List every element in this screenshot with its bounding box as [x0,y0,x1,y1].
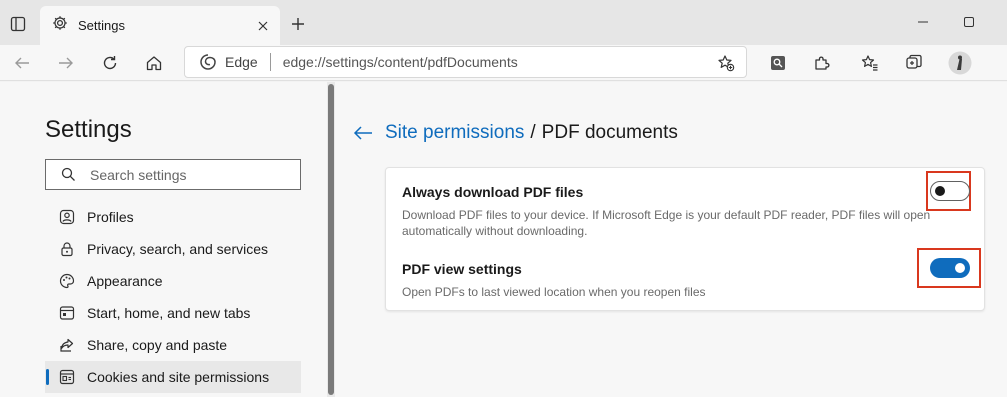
maximize-icon [964,17,974,27]
collections-button[interactable] [898,47,930,79]
tab-title: Settings [78,18,125,33]
back-button[interactable] [6,47,38,79]
arrow-left-icon [353,126,372,140]
settings-sidebar: Settings Profiles Privacy, search, and s… [0,82,327,397]
pdf-settings-card: Always download PDF files Download PDF f… [385,167,985,311]
arrow-left-icon [15,57,29,69]
favorites-button[interactable] [854,47,886,79]
always-download-toggle[interactable] [930,181,970,201]
content-area: Settings Profiles Privacy, search, and s… [0,82,1007,397]
sidebar-item-profiles[interactable]: Profiles [45,201,301,233]
home-icon [146,56,162,71]
toolbar: Edge edge://settings/content/pdfDocument… [0,45,1007,81]
palette-icon [59,273,75,289]
search-input[interactable] [90,166,290,183]
sidebar-item-cookies-site-permissions[interactable]: Cookies and site permissions [45,361,301,393]
plus-icon [292,18,304,30]
gear-icon [52,15,68,36]
always-download-description-line1: Download PDF files to your device. If Mi… [402,208,931,222]
always-download-description-line2: automatically without downloading. [402,224,588,238]
site-identity[interactable]: Edge [199,53,258,71]
close-tab-button[interactable] [254,17,272,35]
home-tabs-icon [59,305,75,321]
reading-view-button[interactable] [762,47,794,79]
search-icon [60,167,76,183]
add-favorite-button[interactable] [716,53,736,73]
sidebar-item-label: Profiles [87,209,134,225]
lock-icon [59,241,75,257]
sidebar-item-label: Privacy, search, and services [87,241,269,257]
profile-button[interactable] [944,47,976,79]
toggle-knob [935,186,945,196]
breadcrumb-separator: / [530,122,536,143]
address-bar[interactable]: Edge edge://settings/content/pdfDocument… [184,46,747,78]
favorites-icon [861,55,878,71]
search-settings-field[interactable] [45,159,301,190]
settings-nav: Profiles Privacy, search, and services A… [45,201,301,393]
cookie-icon [59,369,75,385]
sidebar-item-label: Cookies and site permissions [87,369,270,385]
puzzle-icon [815,56,830,70]
sidebar-item-appearance[interactable]: Appearance [45,265,301,297]
settings-title: Settings [45,116,132,143]
sidebar-item-start-home-tabs[interactable]: Start, home, and new tabs [45,297,301,329]
star-add-icon [718,55,735,72]
scrollbar-thumb[interactable] [328,84,334,395]
close-icon [258,21,268,31]
tab-actions-icon [10,16,26,32]
tab-actions-button[interactable] [4,10,32,38]
sidebar-item-label: Appearance [87,273,163,289]
sidebar-item-share-copy-paste[interactable]: Share, copy and paste [45,329,301,361]
address-divider [269,53,271,71]
reading-icon [771,56,785,70]
page-title: PDF documents [541,122,678,143]
minimize-button[interactable] [900,8,946,36]
collections-icon [906,54,922,69]
site-label: Edge [225,54,258,70]
toggle-knob [955,263,965,273]
breadcrumb: Site permissions / PDF documents [353,122,678,144]
maximize-button[interactable] [946,8,992,36]
refresh-button[interactable] [94,47,126,79]
breadcrumb-parent-link[interactable]: Site permissions [385,122,524,144]
sidebar-item-label: Share, copy and paste [87,337,228,353]
sidebar-item-privacy[interactable]: Privacy, search, and services [45,233,301,265]
avatar [948,51,972,75]
minimize-icon [918,21,928,23]
always-download-title: Always download PDF files [402,184,584,200]
pdf-view-settings-toggle[interactable] [930,258,970,278]
sidebar-item-label: Start, home, and new tabs [87,305,251,321]
pdf-view-settings-description: Open PDFs to last viewed location when y… [402,285,706,299]
extensions-button[interactable] [806,47,838,79]
pdf-view-settings-title: PDF view settings [402,261,522,277]
new-tab-button[interactable] [286,12,310,36]
forward-button[interactable] [50,47,82,79]
sidebar-scrollbar[interactable] [327,82,335,397]
highlight-box [917,248,981,288]
url-text[interactable]: edge://settings/content/pdfDocuments [283,54,518,70]
main-panel: Site permissions / PDF documents Always … [335,82,1007,397]
arrow-right-icon [59,57,73,69]
title-bar: Settings [0,0,1007,45]
back-arrow-button[interactable] [353,123,375,143]
highlight-box [926,171,971,211]
profile-icon [59,209,75,225]
tab-settings[interactable]: Settings [40,6,280,45]
refresh-icon [103,56,117,70]
share-icon [59,337,75,353]
home-button[interactable] [138,47,170,79]
edge-logo-icon [200,54,216,70]
